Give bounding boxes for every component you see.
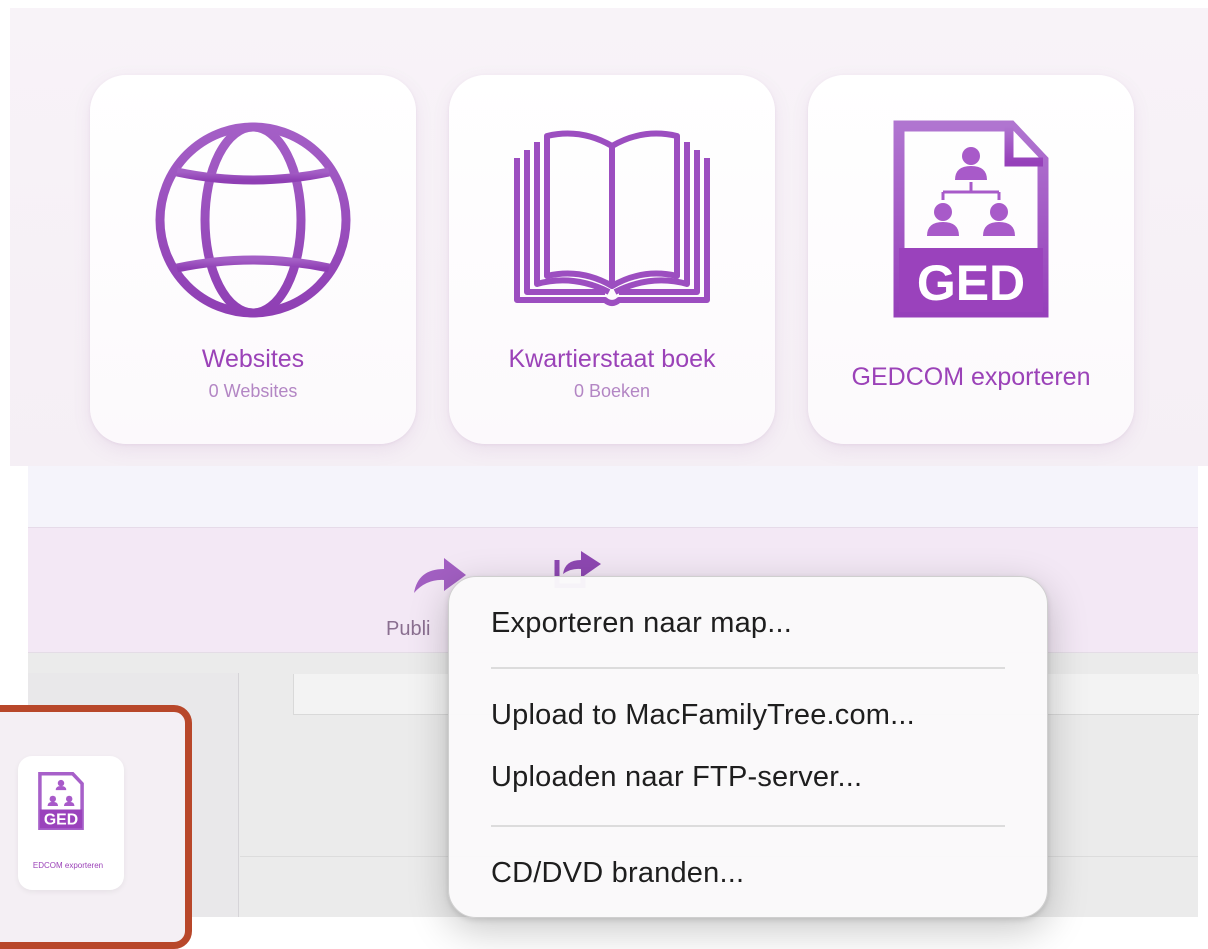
ged-file-icon: GED [38,772,84,830]
card-title: Kwartierstaat boek [508,345,716,373]
svg-text:GED: GED [917,255,1025,311]
publish-label: Publi [386,618,431,640]
open-book-icon [514,130,710,306]
card-subtitle: 0 Boeken [573,381,651,401]
publish-context-menu: Exporteren naar map... Upload to MacFami… [448,576,1048,918]
publish-options-panel: Websites 0 Websites Kwartierstaat boek 0… [10,8,1208,466]
ged-file-icon: GED [893,120,1049,318]
card-title: Websites [201,345,305,373]
menu-item-burn-cd-dvd[interactable]: CD/DVD branden... [491,857,744,890]
menu-item-export-to-folder[interactable]: Exporteren naar map... [491,607,792,640]
menu-item-upload-macfamilytree[interactable]: Upload to MacFamilyTree.com... [491,699,915,732]
globe-icon [155,122,351,318]
menu-separator [491,825,1005,827]
menu-item-upload-ftp[interactable]: Uploaden naar FTP-server... [491,761,862,794]
kwartierstaat-book-card[interactable]: Kwartierstaat boek 0 Boeken [449,75,775,444]
mini-card-icon-text: GED [44,812,78,829]
card-subtitle: 0 Websites [208,381,298,401]
mini-card-label: EDCOM exporteren [32,861,104,870]
gedcom-export-card[interactable]: GED GEDCOM exporteren [808,75,1134,444]
websites-card[interactable]: Websites 0 Websites [90,75,416,444]
menu-separator [491,667,1005,669]
card-title: GEDCOM exporteren [851,363,1091,391]
